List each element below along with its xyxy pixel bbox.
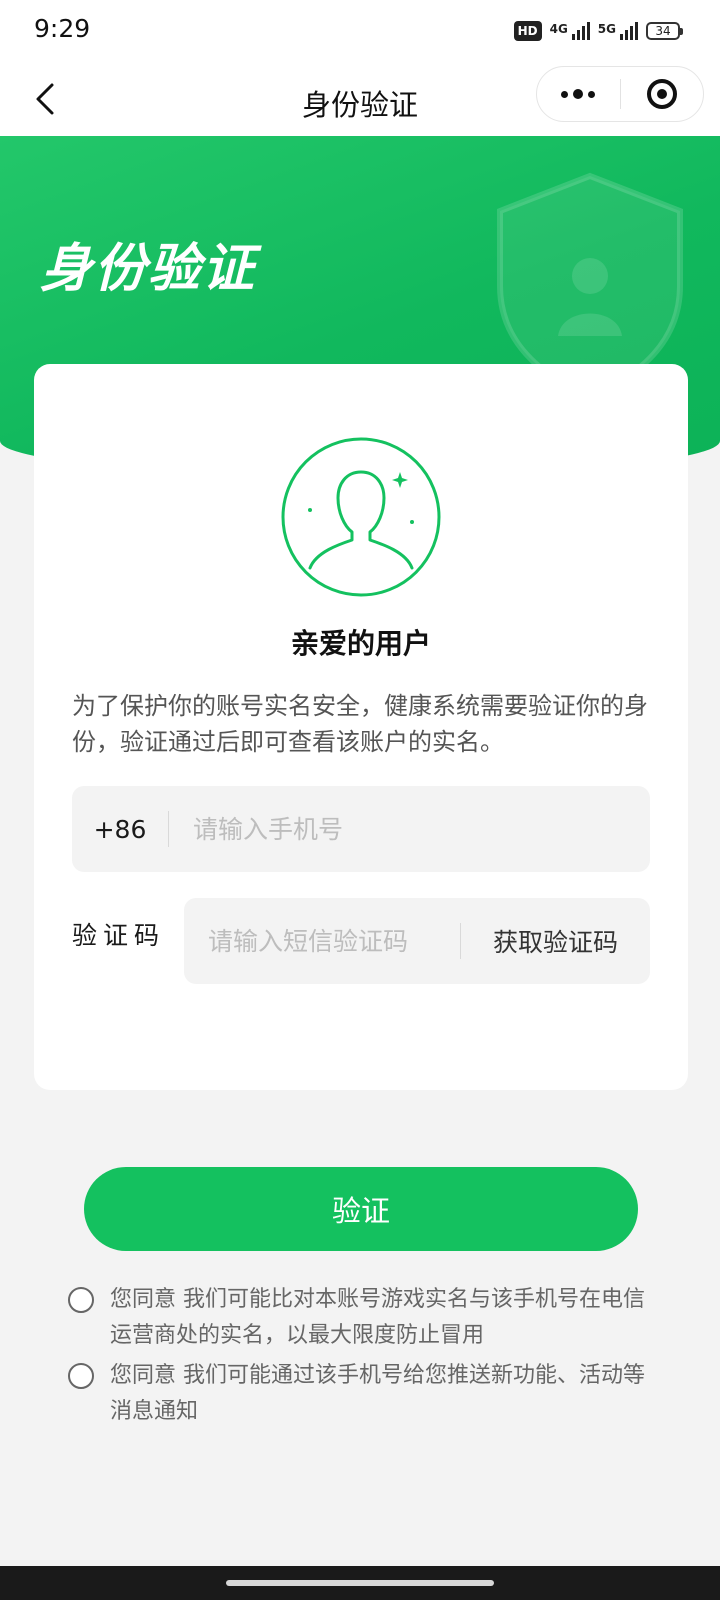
country-code[interactable]: +86	[72, 815, 168, 844]
phone-input-row: +86	[72, 786, 650, 872]
more-dots-icon	[561, 89, 596, 99]
hero-title: 身份验证	[40, 239, 257, 299]
home-indicator[interactable]	[226, 1580, 494, 1586]
verification-description: 为了保护你的账号实名安全，健康系统需要验证你的身份，验证通过后即可查看该账户的实…	[72, 692, 648, 756]
verify-button[interactable]: 验证	[84, 1167, 638, 1251]
verification-card: 亲爱的用户 为了保护你的账号实名安全，健康系统需要验证你的身份，验证通过后即可查…	[34, 364, 688, 1090]
target-close-icon	[646, 79, 677, 109]
hd-badge: HD	[513, 21, 542, 41]
agreement-radio[interactable]	[68, 1363, 94, 1389]
code-input-row: 获取验证码	[184, 898, 650, 984]
agreement-radio[interactable]	[68, 1287, 94, 1313]
agreement-text: 您同意 我们可能通过该手机号给您推送新功能、活动等消息通知	[110, 1363, 645, 1424]
agreement-item: 您同意 我们可能通过该手机号给您推送新功能、活动等消息通知	[68, 1358, 658, 1430]
phone-input[interactable]	[169, 786, 650, 872]
status-indicators: HD 4G 5G 34	[513, 18, 683, 44]
code-label: 验证码	[72, 921, 166, 950]
system-nav-bar	[0, 1566, 720, 1600]
close-button[interactable]	[621, 67, 704, 121]
signal-4g-icon: 4G	[550, 22, 590, 40]
network-type-label: 4G	[549, 22, 568, 36]
sms-code-input[interactable]	[184, 898, 460, 984]
network-type-label: 5G	[597, 22, 616, 36]
status-bar: 9:29 HD 4G 5G 34	[0, 0, 720, 62]
more-button[interactable]	[537, 67, 620, 121]
agreement-item: 您同意 我们可能比对本账号游戏实名与该手机号在电信运营商处的实名，以最大限度防止…	[68, 1282, 658, 1354]
nav-bar: 身份验证	[0, 62, 720, 136]
get-code-button[interactable]: 获取验证码	[461, 923, 650, 959]
greeting-title: 亲爱的用户	[290, 627, 431, 660]
mini-program-capsule	[536, 66, 704, 122]
user-avatar-icon	[281, 437, 441, 597]
battery-icon: 34	[646, 22, 683, 40]
agreement-text: 您同意 我们可能比对本账号游戏实名与该手机号在电信运营商处的实名，以最大限度防止…	[110, 1287, 645, 1348]
status-time: 9:29	[34, 14, 91, 43]
signal-5g-icon: 5G	[598, 22, 638, 40]
